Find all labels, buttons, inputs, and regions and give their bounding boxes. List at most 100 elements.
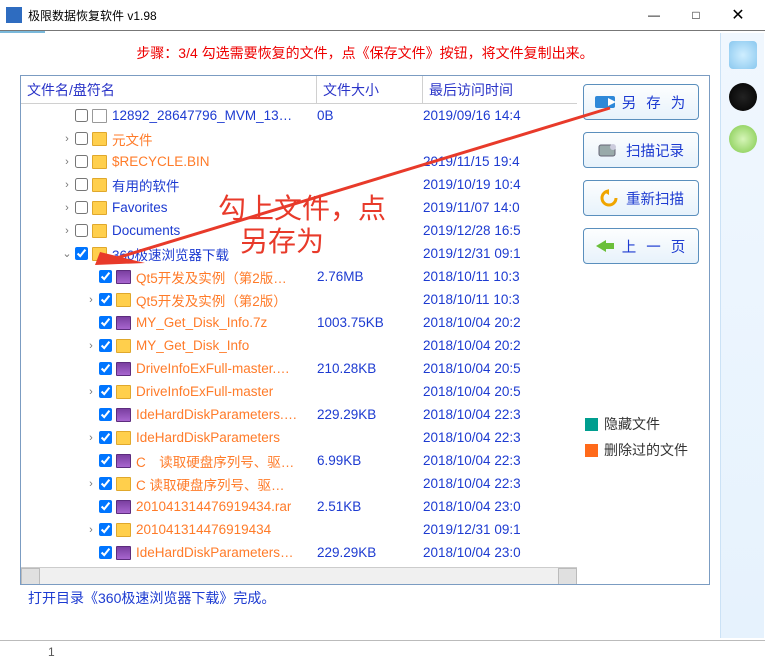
- row-checkbox[interactable]: [99, 408, 112, 421]
- expand-toggle[interactable]: ›: [85, 524, 97, 536]
- row-checkbox[interactable]: [75, 247, 88, 260]
- rar-icon: [116, 454, 131, 468]
- table-row[interactable]: ›$RECYCLE.BIN2019/11/15 19:4: [21, 150, 577, 173]
- maximize-button[interactable]: □: [675, 1, 717, 29]
- file-size: 2.76MB: [317, 269, 423, 284]
- qq-icon[interactable]: [729, 83, 757, 111]
- col-header-size[interactable]: 文件大小: [317, 76, 423, 103]
- file-size: 210.28KB: [317, 361, 423, 376]
- table-row[interactable]: ⌄360极速浏览器下载2019/12/31 09:1: [21, 242, 577, 265]
- table-row[interactable]: C 读取硬盘序列号、驱…6.99KB2018/10/04 22:3: [21, 449, 577, 472]
- file-date: 2019/11/07 14:0: [423, 200, 571, 215]
- help-icon[interactable]: [729, 125, 757, 153]
- table-row[interactable]: ›DriveInfoExFull-master2018/10/04 20:5: [21, 380, 577, 403]
- file-name: DriveInfoExFull-master: [136, 384, 273, 399]
- row-checkbox[interactable]: [99, 546, 112, 559]
- file-size: 229.29KB: [317, 545, 423, 560]
- col-header-date[interactable]: 最后访问时间: [423, 76, 553, 103]
- row-checkbox[interactable]: [99, 431, 112, 444]
- window-title: 极限数据恢复软件 v1.98: [28, 7, 633, 24]
- expand-toggle[interactable]: ›: [61, 202, 73, 214]
- table-row[interactable]: 12892_28647796_MVM_13…0B2019/09/16 14:4: [21, 104, 577, 127]
- row-checkbox[interactable]: [75, 109, 88, 122]
- row-checkbox[interactable]: [99, 270, 112, 283]
- table-row[interactable]: ›Documents2019/12/28 16:5: [21, 219, 577, 242]
- app-icon: [6, 7, 22, 23]
- table-row[interactable]: DriveInfoExFull-master.… 210.28KB2018/10/…: [21, 357, 577, 380]
- page-icon: [92, 109, 107, 123]
- row-checkbox[interactable]: [99, 362, 112, 375]
- rescan-button[interactable]: 重新扫描: [583, 180, 699, 216]
- row-checkbox[interactable]: [99, 477, 112, 490]
- file-size: 229.29KB: [317, 407, 423, 422]
- row-checkbox[interactable]: [99, 293, 112, 306]
- scan-log-label: 扫描记录: [626, 140, 684, 161]
- file-name: DriveInfoExFull-master.…: [136, 361, 290, 376]
- folder-icon: [116, 385, 131, 399]
- row-checkbox[interactable]: [99, 454, 112, 467]
- table-row[interactable]: ›C 读取硬盘序列号、驱…2018/10/04 22:3: [21, 472, 577, 495]
- row-checkbox[interactable]: [99, 500, 112, 513]
- rar-icon: [116, 316, 131, 330]
- folder-icon: [116, 339, 131, 353]
- save-as-label: 另 存 为: [622, 92, 689, 113]
- row-checkbox[interactable]: [99, 316, 112, 329]
- folder-icon: [92, 178, 107, 192]
- save-as-icon: [594, 93, 616, 111]
- table-row[interactable]: MY_Get_Disk_Info.7z1003.75KB2018/10/04 2…: [21, 311, 577, 334]
- expand-toggle[interactable]: ›: [61, 225, 73, 237]
- table-row[interactable]: ›2010413144769194342019/12/31 09:1: [21, 518, 577, 541]
- file-date: 2018/10/11 10:3: [423, 269, 571, 284]
- table-row[interactable]: ›MY_Get_Disk_Info2018/10/04 20:2: [21, 334, 577, 357]
- row-checkbox[interactable]: [75, 178, 88, 191]
- save-as-button[interactable]: 另 存 为: [583, 84, 699, 120]
- folder-icon: [92, 247, 107, 261]
- rar-icon: [116, 408, 131, 422]
- file-name: IdeHardDiskParameters: [136, 430, 280, 445]
- expand-toggle[interactable]: ⌄: [61, 247, 73, 260]
- horizontal-scrollbar[interactable]: [21, 567, 577, 584]
- table-row[interactable]: ›Qt5开发及实例（第2版）2018/10/11 10:3: [21, 288, 577, 311]
- prev-page-button[interactable]: 上 一 页: [583, 228, 699, 264]
- cloud-icon[interactable]: [729, 41, 757, 69]
- close-button[interactable]: ✕: [717, 1, 759, 29]
- row-checkbox[interactable]: [99, 523, 112, 536]
- file-date: 2018/10/04 22:3: [423, 430, 571, 445]
- file-table-frame: 文件名/盘符名 文件大小 最后访问时间 12892_28647796_MVM_1…: [20, 75, 710, 585]
- expand-toggle[interactable]: ›: [61, 133, 73, 145]
- table-row[interactable]: ›元文件: [21, 127, 577, 150]
- file-name: Favorites: [112, 200, 168, 215]
- table-row[interactable]: Qt5开发及实例（第2版… 2.76MB2018/10/11 10:3: [21, 265, 577, 288]
- row-checkbox[interactable]: [75, 155, 88, 168]
- expand-toggle[interactable]: ›: [85, 294, 97, 306]
- file-name: Qt5开发及实例（第2版…: [136, 267, 287, 287]
- row-checkbox[interactable]: [75, 224, 88, 237]
- expand-toggle[interactable]: ›: [85, 478, 97, 490]
- col-header-name[interactable]: 文件名/盘符名: [21, 76, 317, 103]
- file-name: 12892_28647796_MVM_13…: [112, 108, 292, 123]
- titlebar: 极限数据恢复软件 v1.98 — □ ✕: [0, 0, 765, 30]
- expand-toggle[interactable]: ›: [85, 340, 97, 352]
- expand-toggle[interactable]: ›: [85, 386, 97, 398]
- row-checkbox[interactable]: [99, 339, 112, 352]
- row-checkbox[interactable]: [99, 385, 112, 398]
- row-checkbox[interactable]: [75, 132, 88, 145]
- table-row[interactable]: 201041314476919434.rar2.51KB2018/10/04 2…: [21, 495, 577, 518]
- minimize-button[interactable]: —: [633, 1, 675, 29]
- scan-log-button[interactable]: 扫描记录: [583, 132, 699, 168]
- table-row[interactable]: › IdeHardDiskParameters 2018/10/04 22:3: [21, 426, 577, 449]
- expand-toggle[interactable]: ›: [61, 179, 73, 191]
- legend-deleted-color: [585, 444, 598, 457]
- rescan-label: 重新扫描: [626, 188, 684, 209]
- file-name: $RECYCLE.BIN: [112, 154, 210, 169]
- file-name: MY_Get_Disk_Info.7z: [136, 315, 267, 330]
- table-row[interactable]: ›有用的软件2019/10/19 10:4: [21, 173, 577, 196]
- row-checkbox[interactable]: [75, 201, 88, 214]
- file-date: 2018/10/04 20:5: [423, 361, 571, 376]
- table-row[interactable]: › Favorites 2019/11/07 14:0: [21, 196, 577, 219]
- expand-toggle[interactable]: ›: [61, 156, 73, 168]
- table-row[interactable]: IdeHardDiskParameters…229.29KB2018/10/04…: [21, 541, 577, 564]
- legend-hidden-color: [585, 418, 598, 431]
- expand-toggle[interactable]: ›: [85, 432, 97, 444]
- table-row[interactable]: IdeHardDiskParameters.…229.29KB2018/10/0…: [21, 403, 577, 426]
